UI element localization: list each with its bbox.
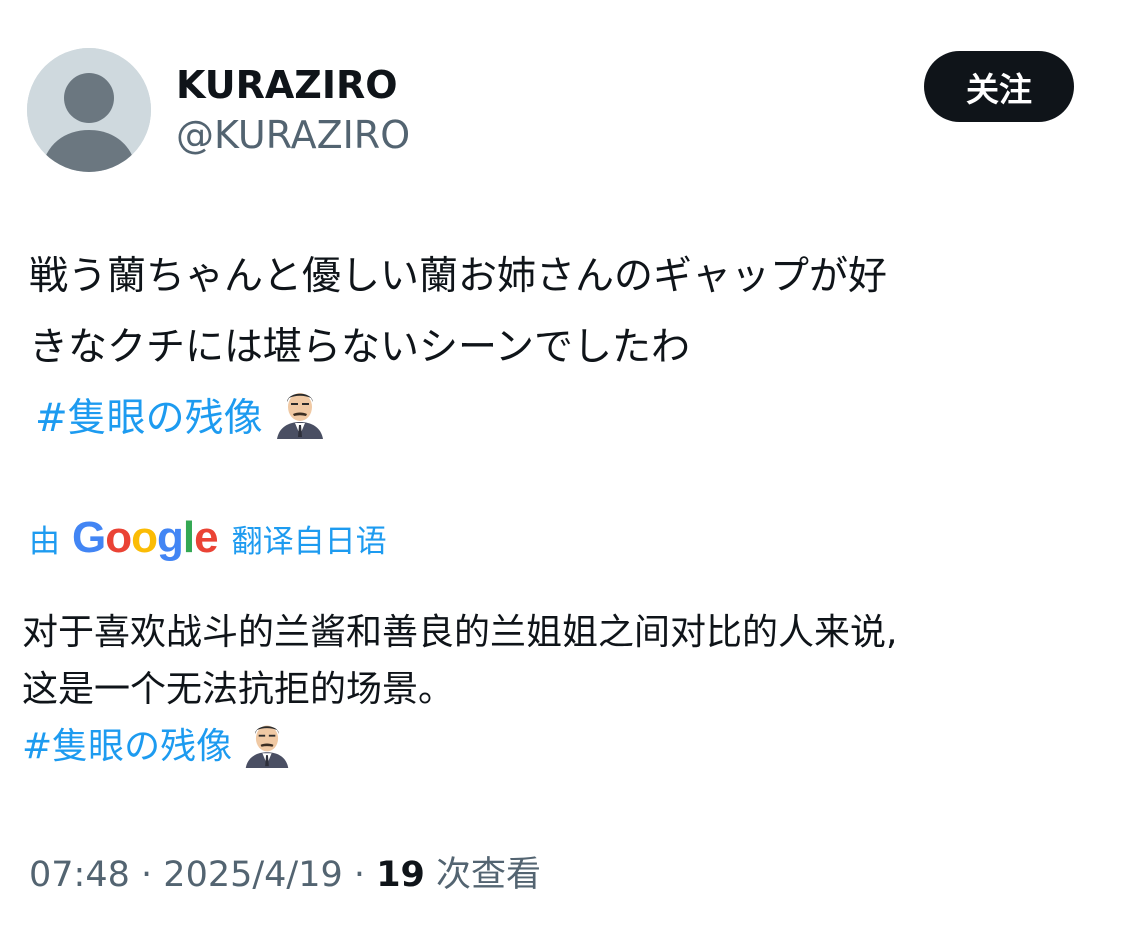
hashtag-link[interactable]: #隻眼の残像 [22,726,232,767]
separator: · [141,855,153,895]
tweet-text-line: きなクチには堪らないシーンでしたわ [29,325,691,370]
user-handle[interactable]: @KURAZIRO [176,112,410,158]
tweet-time[interactable]: 07:48 [29,855,130,895]
hashtag-link[interactable]: #隻眼の残像 [35,396,263,441]
tweet-text-line: 戦う蘭ちゃんと優しい蘭お姉さんのギャップが好 [29,254,888,299]
tweet-meta: 07:48 · 2025/4/19 · 19 次查看 [29,850,541,900]
detective-character-emoji-icon [273,387,327,462]
separator: · [353,855,366,895]
translated-hashtag-line: #隻眼の残像 [22,718,1102,785]
google-logo: Google [72,513,219,562]
translation-prefix: 由 [29,523,60,560]
follow-button[interactable]: 关注 [924,51,1074,122]
default-profile-avatar-icon [27,48,151,172]
hashtag-line: #隻眼の残像 [29,383,1099,462]
tweet-date[interactable]: 2025/4/19 [163,855,342,895]
translated-text: 对于喜欢战斗的兰酱和善良的兰姐姐之间对比的人来说, 这是一个无法抗拒的场景。 #… [22,604,1102,785]
detective-character-emoji-icon [242,720,292,785]
view-count: 19 [376,855,425,895]
translation-suffix: 翻译自日语 [231,523,387,560]
view-label: 次查看 [436,855,542,895]
display-name[interactable]: KURAZIRO [176,62,398,108]
translated-text-line: 这是一个无法抗拒的场景。 [22,669,455,710]
tweet-text: 戦う蘭ちゃんと優しい蘭お姉さんのギャップが好 きなクチには堪らないシーンでしたわ… [29,241,1099,462]
avatar[interactable] [27,48,151,172]
translated-text-line: 对于喜欢战斗的兰酱和善良的兰姐姐之间对比的人来说, [22,612,898,653]
translation-attribution[interactable]: 由 Google 翻译自日语 [29,512,387,564]
